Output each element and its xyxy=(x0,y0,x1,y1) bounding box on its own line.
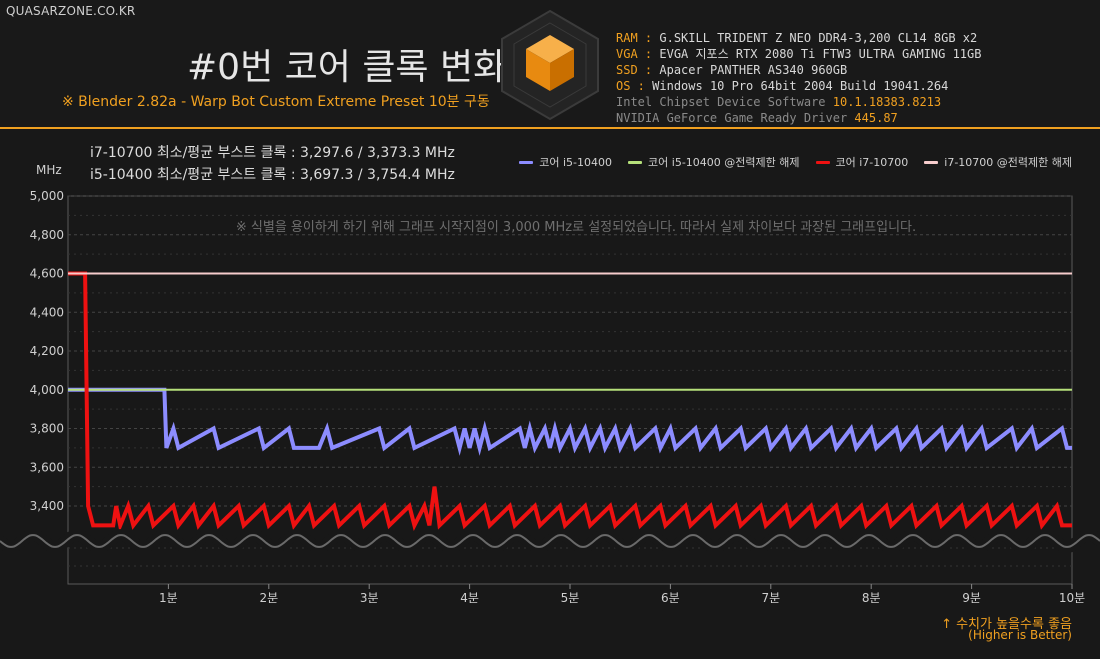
series-line xyxy=(68,387,1072,456)
y-tick-label: 5,000 xyxy=(30,189,64,203)
clock-line-chart: 3,400 3,600 3,800 4,000 4,200 4,400 4,600 4,800… xyxy=(0,189,1100,605)
series-line xyxy=(68,271,1072,533)
x-tick-label: 9분 xyxy=(962,591,981,605)
x-tick-label: 7분 xyxy=(761,591,780,605)
chart-annotation: ※ 식별을 용이하게 하기 위해 그래프 시작지점이 3,000 MHz로 설정… xyxy=(236,220,916,235)
y-tick-label: 4,000 xyxy=(30,383,64,397)
y-tick-label: 4,600 xyxy=(30,267,64,281)
x-tick-label: 10분 xyxy=(1059,591,1085,605)
y-tick-label: 3,600 xyxy=(30,460,64,474)
x-tick-label: 8분 xyxy=(862,591,881,605)
x-tick-label: 2분 xyxy=(259,591,278,605)
y-tick-label: 4,200 xyxy=(30,344,64,358)
x-tick-label: 5분 xyxy=(561,591,580,605)
x-tick-label: 4분 xyxy=(460,591,479,605)
x-tick-label: 6분 xyxy=(661,591,680,605)
y-tick-label: 4,800 xyxy=(30,228,64,242)
higher-better-note-en: (Higher is Better) xyxy=(968,628,1072,642)
y-tick-label: 3,800 xyxy=(30,422,64,436)
y-tick-label: 4,400 xyxy=(30,305,64,319)
y-tick-label: 3,400 xyxy=(30,499,64,513)
x-tick-label: 3분 xyxy=(360,591,379,605)
x-tick-label: 1분 xyxy=(159,591,178,605)
